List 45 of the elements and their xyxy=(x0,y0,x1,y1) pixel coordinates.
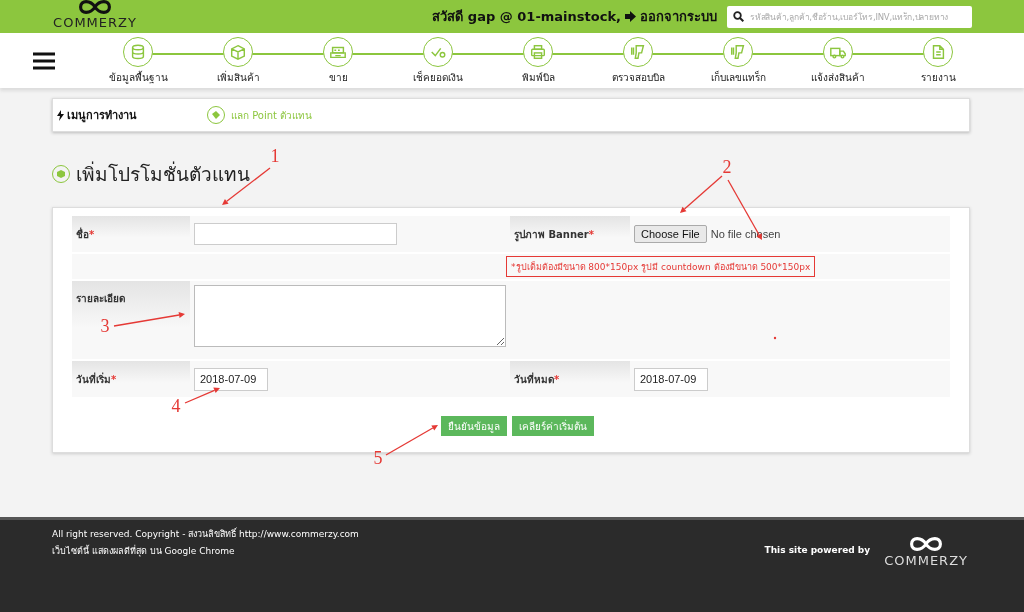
annotation-arrow xyxy=(385,425,438,456)
annotation-number: 1 xyxy=(270,146,280,166)
nav-step[interactable]: ตรวจสอบบิล xyxy=(588,33,688,88)
choose-file-button[interactable]: Choose File xyxy=(634,225,707,243)
infinity-logo-icon xyxy=(908,535,945,553)
field-label: รูปภาพ Banner* xyxy=(510,216,630,254)
annotation-number: 2 xyxy=(722,157,732,177)
nav-step[interactable]: แจ้งส่งสินค้า xyxy=(788,33,888,88)
nav-step[interactable]: ข้อมูลพื้นฐาน xyxy=(88,33,188,88)
field-label: ชื่อ* xyxy=(72,216,190,254)
field-label: วันที่เริ่ม* xyxy=(72,361,190,399)
logo-text: COMMERZY xyxy=(53,16,137,29)
search-icon xyxy=(733,11,744,22)
lightning-icon xyxy=(57,109,64,121)
search-field[interactable]: รหัสสินค้า,ลูกค้า,ชื่อร้าน,เบอร์โทร,INV,แทร็ก,ปลายทาง xyxy=(727,5,972,28)
annotation-number: 3 xyxy=(100,316,110,336)
powered-by-text: This site powered by xyxy=(764,545,871,557)
nav-step[interactable]: พิมพ์บิล xyxy=(488,33,588,88)
annotation-arrow xyxy=(680,175,723,213)
greeting-text: สวัสดี gap @ 01-mainstock, xyxy=(432,8,621,26)
logout-link[interactable]: ออกจากระบบ xyxy=(625,6,717,27)
name-input[interactable] xyxy=(194,223,397,245)
nav-step[interactable]: ขาย xyxy=(288,33,388,88)
nav-step[interactable]: รายงาน xyxy=(888,33,988,88)
logout-icon xyxy=(625,11,637,22)
field-label: วันที่หมด* xyxy=(510,361,630,399)
annotation-arrow xyxy=(113,312,185,327)
footer-text: All right reserved. Copyright - สงวนลิขสิทธิ์ http://www.commerzy.com xyxy=(52,527,360,541)
menu-heading: เมนูการทำงาน xyxy=(57,106,207,124)
annotation-dot xyxy=(773,336,777,340)
nav-step[interactable]: เก็บเลขแทร็ก xyxy=(688,33,788,88)
nav-step[interactable]: เพิ่มสินค้า xyxy=(188,33,288,88)
annotation-number: 4 xyxy=(171,396,181,416)
logo-text: COMMERZY xyxy=(884,553,968,568)
hint-text: *รูปเต็มต้องมีขนาด 800*150px รูปมี countdown ต้องมีขนาด 500*150px xyxy=(506,256,816,277)
annotation-number: 5 xyxy=(373,448,383,468)
nav-step[interactable]: เช็คยอดเงิน xyxy=(388,33,488,88)
detail-textarea[interactable] xyxy=(194,285,506,347)
footer-text: เว็บไซต์นี้ แสดงผลดีที่สุด บน Google Chrome xyxy=(52,544,236,558)
page-title: เพิ่มโปรโมชั่นตัวแทน xyxy=(76,160,250,187)
date-input[interactable]: 2018-07-09 xyxy=(194,367,268,391)
annotation-arrow xyxy=(184,387,220,404)
menu-icon[interactable] xyxy=(33,51,55,70)
date-input[interactable]: 2018-07-09 xyxy=(634,367,708,391)
infinity-logo-icon xyxy=(76,0,114,16)
